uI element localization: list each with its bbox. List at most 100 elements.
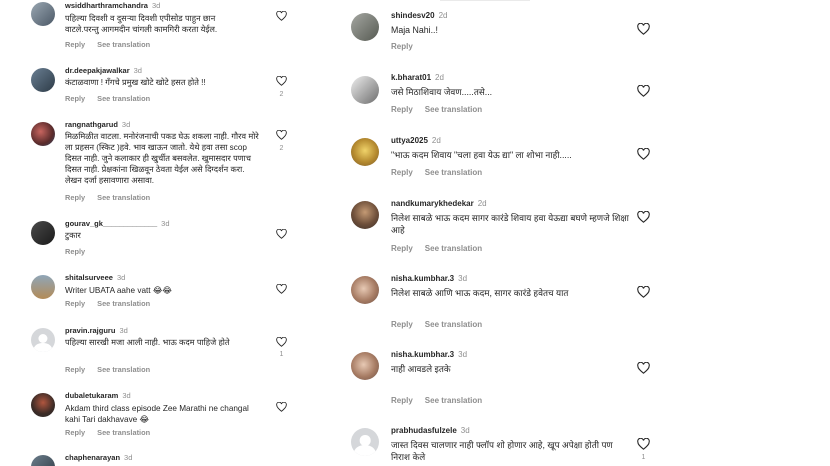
reply-button[interactable]: Reply	[65, 193, 85, 202]
avatar[interactable]	[351, 13, 379, 41]
comment-text: मिळमिळीत वाटला. मनोरंजनाची पकड घेऊ शकला …	[65, 132, 259, 185]
reply-button[interactable]: Reply	[391, 105, 413, 114]
like-heart-icon[interactable]	[276, 130, 287, 140]
like-heart-icon[interactable]	[276, 76, 287, 86]
comment-actions: Reply See translation	[65, 94, 162, 103]
username[interactable]: rangnathgarud 3d	[65, 120, 130, 129]
see-translation-button[interactable]: See translation	[425, 396, 482, 405]
reply-button[interactable]: Reply	[65, 428, 85, 437]
like-heart-icon[interactable]	[637, 85, 650, 97]
see-translation-button[interactable]: See translation	[425, 320, 482, 329]
avatar[interactable]	[31, 68, 55, 92]
like-count: 2	[279, 145, 284, 152]
comment-actions: Reply	[65, 247, 97, 256]
comment-text: नाही आवडले इतके	[391, 364, 451, 374]
avatar[interactable]	[31, 455, 55, 466]
avatar[interactable]	[351, 76, 379, 104]
username[interactable]: prabhudasfulzele 3d	[391, 426, 470, 435]
comment-text: पहिल्या दिवशी व दुसऱ्या दिवशी एपीसोड पाह…	[65, 14, 218, 34]
reply-button[interactable]: Reply	[65, 94, 85, 103]
reply-button[interactable]: Reply	[65, 247, 85, 256]
reply-button[interactable]: Reply	[391, 168, 413, 177]
like-heart-icon[interactable]	[637, 286, 650, 298]
username[interactable]: shindesv20 2d	[391, 11, 447, 20]
timestamp: 3d	[161, 219, 170, 228]
comment-text: "भाऊ कदम शिवाय "चला हवा येऊ द्या" ला शोभ…	[391, 150, 572, 160]
like-heart-icon[interactable]	[276, 337, 287, 347]
username[interactable]: shitalsurveee 3d	[65, 273, 125, 282]
username[interactable]: gourav_gk_____________ 3d	[65, 219, 170, 228]
like-heart-icon[interactable]	[637, 438, 650, 450]
timestamp: 2d	[435, 73, 444, 82]
username[interactable]: chaphenarayan 3d	[65, 453, 132, 462]
comment-text: Writer UBATA aahe vatt 😂😂	[65, 286, 172, 295]
see-translation-button[interactable]: See translation	[425, 244, 482, 253]
username[interactable]: nisha.kumbhar.3 3d	[391, 274, 467, 283]
username[interactable]: nisha.kumbhar.3 3d	[391, 350, 467, 359]
comment-actions: Reply See translation	[65, 365, 162, 374]
comment-text: टुकार	[65, 231, 81, 240]
comment-actions: Reply See translation	[65, 299, 162, 308]
timestamp: 2d	[477, 199, 487, 208]
like-heart-icon[interactable]	[276, 229, 287, 239]
avatar[interactable]	[31, 2, 55, 26]
like-heart-icon[interactable]	[276, 11, 287, 21]
username[interactable]: wsiddharthramchandra 3d	[65, 1, 160, 10]
avatar[interactable]	[351, 428, 379, 456]
username[interactable]: pravin.rajguru 3d	[65, 326, 128, 335]
reply-button[interactable]: Reply	[65, 40, 85, 49]
reply-button[interactable]: Reply	[391, 320, 413, 329]
comment-actions: Reply See translation	[391, 320, 494, 329]
avatar[interactable]	[31, 328, 55, 352]
avatar[interactable]	[31, 221, 55, 245]
avatar[interactable]	[351, 276, 379, 304]
username[interactable]: k.bharat01 2d	[391, 73, 444, 82]
avatar[interactable]	[351, 138, 379, 166]
see-translation-button[interactable]: See translation	[97, 40, 150, 49]
like-count: 1	[641, 454, 646, 461]
see-translation-button[interactable]: See translation	[97, 299, 150, 308]
username[interactable]: uttya2025 2d	[391, 136, 441, 145]
avatar[interactable]	[351, 201, 379, 229]
comment-text: जसे मिठाशिवाय जेवण.....तसे...	[391, 87, 493, 97]
comment-actions: Reply See translation	[65, 40, 162, 49]
timestamp: 3d	[124, 453, 133, 462]
avatar[interactable]	[31, 275, 55, 299]
see-translation-button[interactable]: See translation	[97, 428, 150, 437]
username[interactable]: nandkumarykhedekar 2d	[391, 199, 487, 208]
reply-button[interactable]: Reply	[391, 42, 413, 51]
reply-button[interactable]: Reply	[391, 244, 413, 253]
reply-button[interactable]: Reply	[65, 365, 85, 374]
like-heart-icon[interactable]	[276, 284, 287, 294]
username[interactable]: dubaletukaram 3d	[65, 391, 131, 400]
comment-actions: Reply See translation	[391, 396, 494, 405]
comment-actions: Reply See translation	[65, 428, 162, 437]
like-heart-icon[interactable]	[637, 23, 650, 35]
reply-button[interactable]: Reply	[65, 299, 85, 308]
like-heart-icon[interactable]	[637, 362, 650, 374]
avatar[interactable]	[351, 352, 379, 380]
comment-text: Maja Nahi..!	[391, 25, 438, 35]
comment-text: निलेश साबळे आणि भाऊ कदम, सागर कारंडे हवे…	[391, 288, 569, 298]
avatar[interactable]	[31, 393, 55, 417]
comment-text: Akdam third class episode Zee Marathi ne…	[65, 404, 249, 424]
comment-actions: Reply See translation	[65, 193, 162, 202]
like-heart-icon[interactable]	[637, 211, 650, 223]
timestamp: 3d	[122, 391, 131, 400]
timestamp: 3d	[116, 273, 126, 282]
timestamp: 3d	[458, 274, 468, 283]
timestamp: 3d	[121, 120, 131, 129]
see-translation-button[interactable]: See translation	[97, 94, 150, 103]
reply-button[interactable]: Reply	[391, 396, 413, 405]
see-translation-button[interactable]: See translation	[97, 365, 150, 374]
timestamp: 2d	[438, 11, 448, 20]
username[interactable]: dr.deepakjawalkar 3d	[65, 66, 142, 75]
like-heart-icon[interactable]	[637, 148, 650, 160]
see-translation-button[interactable]: See translation	[425, 168, 482, 177]
see-translation-button[interactable]: See translation	[425, 105, 482, 114]
timestamp: 3d	[460, 426, 470, 435]
comment-text: निलेश साबळे भाऊ कदम सागर कारंडे शिवाय हव…	[391, 213, 629, 235]
like-heart-icon[interactable]	[276, 402, 287, 412]
see-translation-button[interactable]: See translation	[97, 193, 150, 202]
avatar[interactable]	[31, 122, 55, 146]
